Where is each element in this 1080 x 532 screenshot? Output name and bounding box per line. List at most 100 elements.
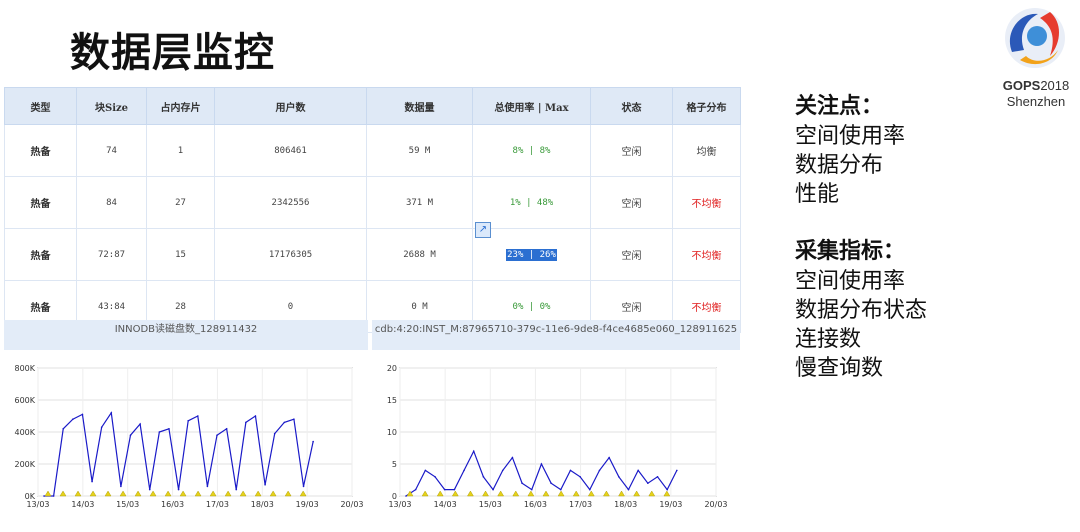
y-tick-label: 10: [387, 428, 397, 437]
y-tick-label: 20: [387, 364, 397, 373]
y-tick-label: 800K: [14, 364, 35, 373]
data-point: [559, 488, 562, 491]
cell-data-size: 59 M: [366, 124, 473, 177]
col-header: 块Size: [76, 87, 147, 125]
data-point: [647, 482, 649, 484]
data-point: [511, 456, 514, 459]
data-point: [627, 488, 630, 491]
data-point: [588, 488, 591, 491]
data-point: [110, 412, 113, 414]
data-point: [148, 488, 151, 491]
data-point: [482, 476, 485, 478]
data-point: [569, 469, 572, 472]
cell-data-size: 371 M: [366, 176, 473, 229]
cell-usage: 1% | 48%: [472, 176, 591, 229]
data-point: [312, 440, 314, 443]
focus-title: 关注点：: [795, 94, 884, 119]
x-tick-label: 16/03: [161, 500, 184, 509]
page-title: 数据层监控: [70, 30, 275, 76]
x-tick-label: 17/03: [206, 500, 229, 509]
y-tick-label: 400K: [14, 428, 35, 437]
table-row[interactable]: 热备 74 1 806461 59 M 8% | 8% 空闲 均衡: [4, 124, 741, 177]
x-tick-label: 15/03: [116, 500, 139, 509]
chart-panel-cdb: cdb:4:20:INST_M:87965710-379c-11e6-9de8-…: [372, 320, 740, 520]
notes-panel: 关注点： 空间使用率 数据分布 性能 采集指标： 空间使用率 数据分布状态 连接…: [795, 92, 927, 383]
y-tick-label: 600K: [14, 396, 35, 405]
data-point: [139, 423, 141, 425]
data-point: [72, 418, 74, 420]
data-point: [550, 482, 552, 484]
collect-item: 慢查询数: [795, 356, 884, 381]
cell-status: 空闲: [590, 124, 673, 177]
x-tick-label: 19/03: [659, 500, 682, 509]
focus-item: 性能: [795, 182, 840, 207]
data-point: [434, 476, 436, 478]
selected-usage-text[interactable]: 23% | 26%: [506, 248, 557, 261]
table-row[interactable]: 热备 84 27 2342556 371 M 1% | 48% 空闲 不均衡: [4, 176, 741, 229]
x-tick-label: 20/03: [340, 500, 363, 509]
cell-distribution: 不均衡: [672, 176, 741, 229]
data-point: [100, 426, 103, 428]
db-status-table: 类型 块Size 占内存片 用户数 数据量 总使用率 | Max 状态 格子分布…: [4, 87, 741, 333]
data-point: [120, 485, 122, 488]
data-point: [414, 488, 417, 491]
data-point: [245, 421, 247, 424]
y-tick-label: 15: [387, 396, 397, 405]
x-tick-label: 13/03: [26, 500, 49, 509]
data-point: [158, 431, 161, 433]
cell-type: 热备: [4, 228, 77, 281]
data-point: [283, 421, 286, 424]
col-header: 占内存片: [146, 87, 215, 125]
data-point: [656, 476, 659, 478]
col-header: 总使用率 | Max: [472, 87, 591, 125]
logo-text: GOPS2018 Shenzhen: [990, 78, 1080, 110]
chart-panel-innodb: INNODB读磁盘数_128911432 0K 200K 400K 600K 800K 1…: [4, 320, 368, 520]
data-point: [598, 469, 601, 472]
data-point: [472, 450, 475, 452]
cell-block-size: 74: [76, 124, 147, 177]
data-point: [62, 428, 65, 430]
col-header: 类型: [4, 87, 77, 125]
x-tick-label: 16/03: [524, 500, 547, 509]
x-tick-label: 18/03: [251, 500, 274, 509]
col-header: 数据量: [366, 87, 473, 125]
data-point: [453, 488, 456, 491]
data-point: [530, 488, 533, 491]
x-tick-label: 20/03: [704, 500, 727, 509]
data-point: [676, 469, 678, 472]
data-point: [405, 495, 407, 497]
logo-year: 2018: [1040, 78, 1070, 93]
data-point: [129, 434, 132, 436]
x-tick-label: 14/03: [71, 500, 94, 509]
focus-item: 空间使用率: [795, 124, 906, 149]
y-tick-label: 200K: [14, 460, 35, 469]
data-point: [273, 432, 276, 435]
cell-status: 空闲: [590, 228, 673, 281]
collect-item: 空间使用率: [795, 269, 906, 294]
x-tick-label: 15/03: [479, 500, 502, 509]
data-point: [540, 463, 543, 465]
collect-title: 采集指标：: [795, 239, 906, 264]
x-tick-label: 18/03: [614, 500, 637, 509]
data-point: [196, 415, 199, 417]
data-point: [91, 480, 93, 483]
cell-mem-slices: 15: [146, 228, 215, 281]
data-point: [264, 484, 266, 486]
data-point: [168, 428, 170, 430]
cell-distribution: 均衡: [672, 124, 741, 177]
open-link-icon[interactable]: ↗: [475, 222, 491, 238]
data-point: [216, 434, 218, 436]
x-tick-label: 14/03: [434, 500, 457, 509]
x-tick-label: 13/03: [388, 500, 411, 509]
data-point: [254, 415, 257, 417]
data-point: [492, 488, 494, 491]
logo-brand: GOPS: [1002, 78, 1041, 93]
cell-mem-slices: 1: [146, 124, 215, 177]
cell-users: 2342556: [214, 176, 367, 229]
x-tick-label: 19/03: [296, 500, 319, 509]
table-row[interactable]: 热备 72:87 15 17176305 2688 M 23% | 26% 空闲…: [4, 228, 741, 281]
focus-item: 数据分布: [795, 153, 884, 178]
data-point: [463, 469, 465, 472]
cell-users: 17176305: [214, 228, 367, 281]
cdb-connection-chart: 0510152013/03 14/03 15/03 16/03 17/03 18/03 19…: [387, 364, 728, 509]
